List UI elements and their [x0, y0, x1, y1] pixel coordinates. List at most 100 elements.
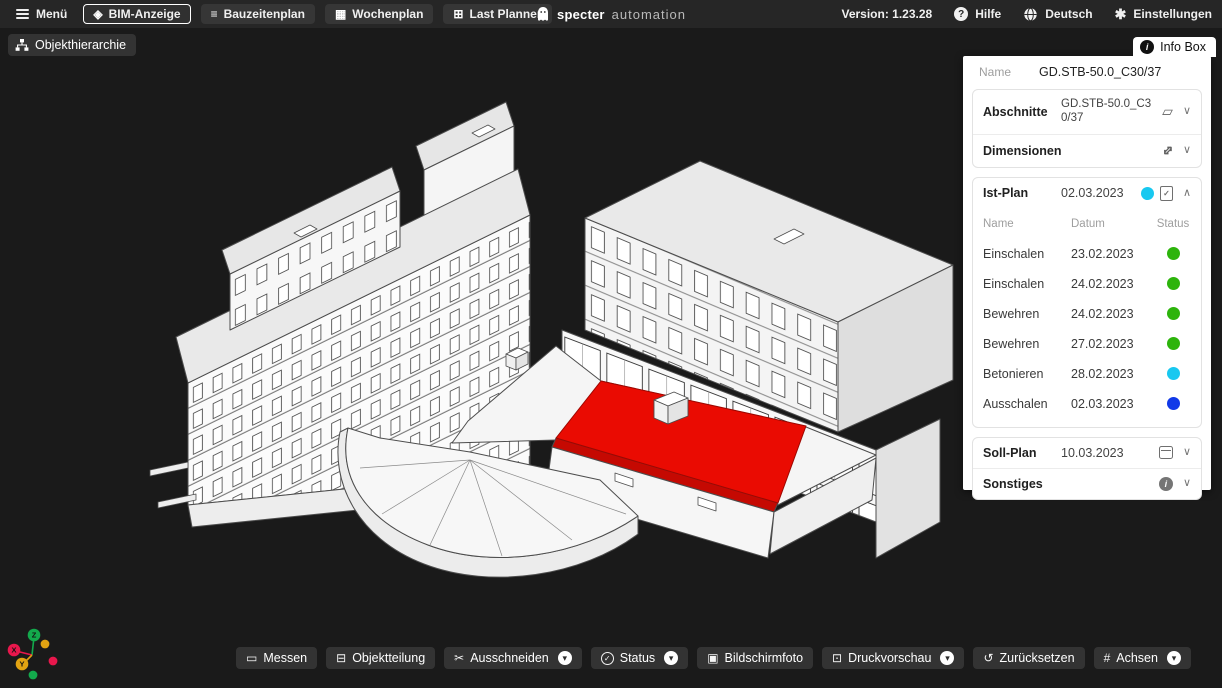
balcony-ledge [150, 462, 188, 476]
tab-bim-anzeige[interactable]: ◈ BIM-Anzeige [83, 4, 190, 24]
chevron-down-icon: ▾ [669, 653, 674, 664]
status-check-icon: ✓ [601, 652, 614, 665]
axis-y-neg-handle[interactable] [41, 640, 50, 649]
document-check-icon: ✓ [1160, 186, 1173, 201]
scissors-icon: ✂ [454, 652, 464, 664]
map-icon: ▱ [1162, 103, 1173, 120]
table-row: Einschalen 23.02.2023 [983, 239, 1191, 269]
axis-x-neg-handle[interactable] [49, 657, 58, 666]
brand-light: automation [612, 7, 686, 22]
object-hierarchy-button[interactable]: Objekthierarchie [8, 34, 136, 56]
abschnitte-value: GD.STB-50.0_C30/37 [1061, 98, 1156, 126]
ghost-icon [536, 6, 550, 22]
sections-card: Abschnitte GD.STB-50.0_C30/37 ▱ ∨ Dimens… [972, 89, 1202, 168]
axis-gizmo[interactable]: Z X Y [2, 623, 66, 687]
info-box-panel: Name GD.STB-50.0_C30/37 Abschnitte GD.ST… [963, 56, 1211, 490]
language-button[interactable]: Deutsch [1023, 7, 1092, 22]
soll-plan-row[interactable]: Soll-Plan 10.03.2023 ∨ [973, 438, 1201, 468]
status-dot [1167, 307, 1180, 320]
ist-plan-status-dot [1141, 187, 1154, 200]
reset-button[interactable]: ↺ Zurücksetzen [973, 647, 1084, 669]
ist-plan-date: 02.03.2023 [1061, 186, 1135, 200]
table-row: Bewehren 24.02.2023 [983, 299, 1191, 329]
table-row: Betonieren 28.02.2023 [983, 359, 1191, 389]
printer-icon: ⊡ [832, 652, 842, 664]
settings-button[interactable]: ✱ Einstellungen [1115, 7, 1212, 21]
chevron-down-icon: ▾ [945, 653, 950, 664]
axes-dropdown[interactable]: ▾ [1167, 651, 1181, 665]
object-split-button[interactable]: ⊟ Objektteilung [326, 647, 435, 669]
top-bar: Menü ◈ BIM-Anzeige ≡ Bauzeitenplan ▦ Woc… [0, 0, 1222, 28]
measure-button[interactable]: ▭ Messen [236, 647, 317, 669]
menu-button[interactable]: Menü [10, 4, 73, 24]
sonstiges-row[interactable]: Sonstiges i ∨ [973, 468, 1201, 499]
hierarchy-icon [15, 38, 29, 52]
viewer-toolbar: ▭ Messen ⊟ Objektteilung ✂ Ausschneiden … [236, 647, 1191, 669]
status-dot [1167, 337, 1180, 350]
axis-z-neg-handle[interactable] [29, 671, 38, 680]
ist-plan-header[interactable]: Ist-Plan 02.03.2023 ✓ ∧ [973, 178, 1201, 209]
soll-plan-date: 10.03.2023 [1061, 446, 1153, 460]
tab-bauzeitenplan[interactable]: ≡ Bauzeitenplan [201, 4, 315, 24]
svg-text:Y: Y [19, 660, 24, 669]
tab-wochenplan[interactable]: ▦ Wochenplan [325, 4, 433, 24]
brand-logo: specter automation [536, 6, 686, 22]
cut-button[interactable]: ✂ Ausschneiden ▾ [444, 647, 582, 669]
screenshot-icon: ▣ [707, 652, 718, 664]
print-dropdown[interactable]: ▾ [940, 651, 954, 665]
abschnitte-row[interactable]: Abschnitte GD.STB-50.0_C30/37 ▱ ∨ [973, 90, 1201, 134]
reset-icon: ↺ [983, 652, 993, 664]
weekplan-icon: ▦ [335, 8, 346, 20]
table-row: Bewehren 27.02.2023 [983, 329, 1191, 359]
info-icon: i [1140, 40, 1154, 54]
status-dot [1167, 247, 1180, 260]
chevron-down-icon: ▾ [1172, 653, 1177, 664]
dimensions-icon: ⇕ [1158, 141, 1177, 160]
screenshot-button[interactable]: ▣ Bildschirmfoto [697, 647, 813, 669]
ruler-icon: ▭ [246, 652, 257, 664]
chevron-down-icon[interactable]: ∨ [1183, 478, 1191, 489]
chevron-down-icon[interactable]: ∨ [1183, 106, 1191, 117]
print-preview-button[interactable]: ⊡ Druckvorschau ▾ [822, 647, 964, 669]
table-header: Name Datum Status [983, 209, 1191, 239]
chevron-down-icon[interactable]: ∨ [1183, 145, 1191, 156]
gear-icon: ✱ [1115, 7, 1127, 21]
bim-view-icon: ◈ [93, 8, 102, 20]
object-split-icon: ⊟ [336, 652, 346, 664]
status-dot [1167, 277, 1180, 290]
svg-text:X: X [11, 646, 16, 655]
status-dot [1167, 397, 1180, 410]
chevron-down-icon: ▾ [562, 653, 567, 664]
dimensionen-row[interactable]: Dimensionen ⇕ ∨ [973, 134, 1201, 167]
status-dot [1167, 367, 1180, 380]
axes-grid-icon: # [1104, 652, 1111, 664]
chevron-up-icon[interactable]: ∧ [1183, 188, 1191, 199]
table-row: Einschalen 24.02.2023 [983, 269, 1191, 299]
version-label: Version: 1.23.28 [841, 7, 932, 21]
object-name: GD.STB-50.0_C30/37 [1039, 65, 1161, 79]
help-button[interactable]: ? Hilfe [954, 7, 1001, 21]
info-icon: i [1159, 477, 1173, 491]
menu-label: Menü [36, 7, 67, 21]
cut-dropdown[interactable]: ▾ [558, 651, 572, 665]
name-label: Name [979, 65, 1011, 79]
info-box-button[interactable]: i Info Box [1133, 37, 1216, 57]
status-button[interactable]: ✓ Status ▾ [591, 647, 688, 669]
ist-plan-card: Ist-Plan 02.03.2023 ✓ ∧ Name Datum Statu… [972, 177, 1202, 428]
soll-plan-card: Soll-Plan 10.03.2023 ∨ Sonstiges i ∨ [972, 437, 1202, 500]
brand-bold: specter [557, 7, 605, 22]
hamburger-icon [16, 9, 29, 19]
help-icon: ? [954, 7, 968, 21]
globe-icon [1023, 7, 1038, 22]
schedule-icon: ≡ [211, 8, 218, 20]
bim-viewport[interactable]: Objekthierarchie i Info Box Name GD.STB-… [0, 28, 1222, 688]
svg-text:Z: Z [32, 631, 37, 640]
building-model[interactable] [150, 102, 953, 577]
podium-side [876, 419, 940, 558]
table-row: Ausschalen 02.03.2023 [983, 389, 1191, 419]
status-dropdown[interactable]: ▾ [664, 651, 678, 665]
ist-plan-table: Name Datum Status Einschalen 23.02.2023 … [973, 209, 1201, 427]
axes-button[interactable]: # Achsen ▾ [1094, 647, 1191, 669]
chevron-down-icon[interactable]: ∨ [1183, 447, 1191, 458]
calendar-icon [1159, 446, 1173, 459]
